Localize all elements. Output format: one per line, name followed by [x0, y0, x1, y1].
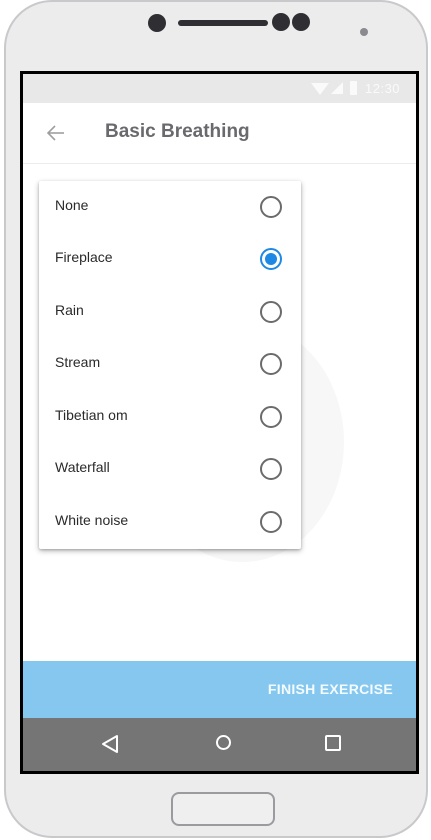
- front-camera: [148, 14, 166, 32]
- triangle-back-icon[interactable]: [99, 733, 121, 755]
- app-bar: Basic Breathing: [23, 103, 416, 164]
- radio-button[interactable]: [260, 511, 282, 533]
- sound-option-none[interactable]: None: [39, 181, 301, 233]
- proximity-sensor: [272, 13, 290, 31]
- light-sensor: [292, 13, 310, 31]
- sound-option-rain[interactable]: Rain: [39, 286, 301, 338]
- screen-content: 12:30 Basic Breathing None Fireplace Rai…: [23, 74, 416, 771]
- radio-button[interactable]: [260, 196, 282, 218]
- sound-option-waterfall[interactable]: Waterfall: [39, 443, 301, 495]
- option-label: Fireplace: [55, 249, 113, 265]
- radio-button[interactable]: [260, 353, 282, 375]
- circle-home-icon[interactable]: [216, 735, 231, 750]
- signal-icon: [331, 82, 343, 94]
- option-label: Stream: [55, 354, 101, 370]
- sound-option-tibetian-om[interactable]: Tibetian om: [39, 391, 301, 443]
- device-screen: 12:30 Basic Breathing None Fireplace Rai…: [20, 71, 419, 774]
- option-label: Waterfall: [55, 459, 110, 475]
- radio-button[interactable]: [260, 301, 282, 323]
- status-time: 12:30: [365, 81, 401, 96]
- radio-button-selected[interactable]: [260, 248, 282, 270]
- option-label: White noise: [55, 512, 129, 528]
- page-title: Basic Breathing: [105, 121, 250, 142]
- option-label: Rain: [55, 302, 84, 318]
- status-bar: 12:30: [23, 74, 416, 103]
- option-label: Tibetian om: [55, 407, 128, 423]
- notification-led: [360, 28, 368, 36]
- hardware-home-button[interactable]: [171, 792, 275, 826]
- sound-option-fireplace[interactable]: Fireplace: [39, 233, 301, 285]
- sound-selection-menu: None Fireplace Rain Stream Tibetian om W…: [39, 181, 301, 549]
- sound-option-white-noise[interactable]: White noise: [39, 496, 301, 548]
- battery-icon: [350, 81, 357, 95]
- radio-button[interactable]: [260, 458, 282, 480]
- finish-exercise-label: FINISH EXERCISE: [267, 681, 393, 697]
- radio-button[interactable]: [260, 406, 282, 428]
- system-navigation-bar: [23, 718, 416, 771]
- option-label: None: [55, 197, 89, 213]
- arrow-left-icon[interactable]: [46, 123, 66, 143]
- sound-option-stream[interactable]: Stream: [39, 338, 301, 390]
- finish-exercise-button[interactable]: FINISH EXERCISE: [23, 661, 416, 718]
- wifi-icon: [311, 83, 329, 95]
- earpiece-speaker: [178, 20, 268, 26]
- square-recents-icon[interactable]: [325, 735, 341, 751]
